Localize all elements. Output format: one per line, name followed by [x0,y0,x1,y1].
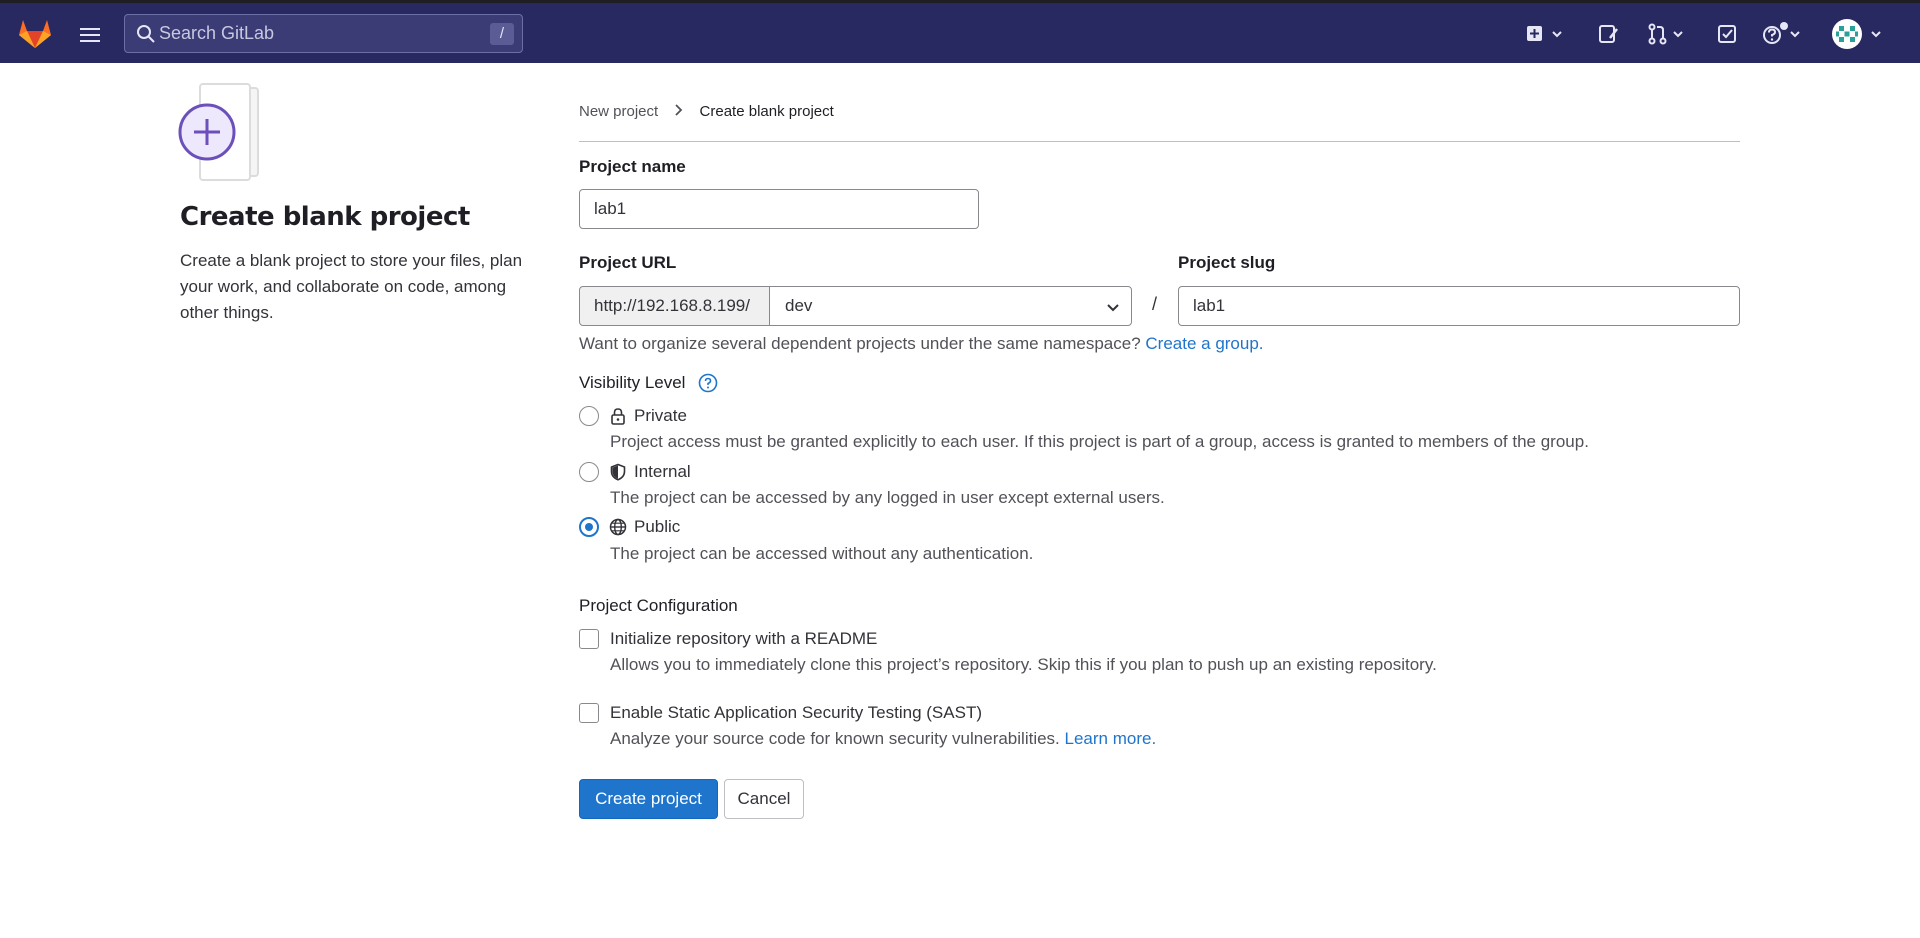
breadcrumb-new-project[interactable]: New project [579,103,658,120]
chevron-right-icon [674,103,683,120]
question-circle-icon[interactable] [698,373,718,393]
url-separator: / [1152,294,1158,314]
project-slug-input[interactable] [1178,286,1740,326]
issues-icon[interactable] [1596,20,1622,48]
readme-description: Allows you to immediately clone this pro… [610,655,1437,674]
namespace-value: dev [785,296,813,315]
search-shortcut-badge: / [490,23,514,45]
user-menu-dropdown[interactable] [1832,18,1888,50]
visibility-internal-label: Internal [634,462,691,481]
help-dropdown[interactable] [1761,20,1807,48]
chevron-down-icon [1790,31,1800,38]
chevron-down-icon [1552,31,1562,38]
chevron-down-icon [1673,31,1683,38]
namespace-help-message: Want to organize several dependent proje… [579,334,1141,353]
sast-checkbox[interactable] [579,703,599,723]
sast-label[interactable]: Enable Static Application Security Testi… [610,703,982,723]
merge-requests-dropdown[interactable] [1646,20,1690,48]
lock-icon [611,408,625,425]
readme-checkbox[interactable] [579,629,599,649]
project-name-input[interactable] [579,189,979,229]
merge-requests-icon [1648,23,1667,45]
user-avatar [1832,19,1862,49]
namespace-select[interactable]: dev [769,286,1132,326]
help-icon [1763,26,1781,44]
breadcrumb-current: Create blank project [699,103,834,120]
namespace-help-text: Want to organize several dependent proje… [579,334,1264,354]
project-name-label: Project name [579,157,686,176]
gitlab-logo-icon[interactable] [18,17,52,49]
project-slug-label: Project slug [1178,253,1276,272]
todos-icon[interactable] [1715,20,1741,48]
hamburger-menu-icon[interactable] [76,22,106,48]
search-icon [137,25,155,43]
visibility-public-description: The project can be accessed without any … [610,544,1034,563]
create-group-link[interactable]: Create a group. [1145,334,1263,353]
project-url-prefix: http://192.168.8.199/ [579,286,770,326]
search-box[interactable]: / [124,14,523,53]
visibility-public-label: Public [634,517,681,536]
search-input[interactable] [159,15,459,52]
sast-description-line: Analyze your source code for known secur… [610,729,1156,749]
shield-icon [610,463,626,481]
learn-more-link[interactable]: Learn more. [1065,729,1157,748]
blank-project-illustration [178,83,259,181]
sast-description: Analyze your source code for known secur… [610,729,1060,748]
project-configuration-label: Project Configuration [579,596,738,615]
create-project-button[interactable]: Create project [579,779,718,819]
visibility-internal-radio[interactable] [579,462,599,482]
notification-dot-icon [1780,22,1788,30]
visibility-public-radio[interactable] [579,517,599,537]
breadcrumb: New project Create blank project [579,103,834,120]
panel-description: Create a blank project to store your fil… [180,251,523,322]
divider [579,141,1740,142]
create-new-dropdown[interactable] [1525,20,1569,48]
globe-icon [609,518,627,536]
panel-title: Create blank project [180,202,470,232]
cancel-button[interactable]: Cancel [724,779,804,819]
chevron-down-icon [1871,31,1881,38]
chevron-down-icon [1107,304,1119,312]
top-navbar: / [0,0,1920,63]
visibility-private-radio[interactable] [579,406,599,426]
project-url-label: Project URL [579,253,677,272]
visibility-level-label: Visibility Level [579,373,686,392]
visibility-private-label: Private [634,406,687,425]
visibility-internal-description: The project can be accessed by any logge… [610,488,1165,507]
readme-label[interactable]: Initialize repository with a README [610,629,877,649]
create-new-icon [1527,26,1542,41]
visibility-private-description: Project access must be granted explicitl… [610,432,1589,451]
